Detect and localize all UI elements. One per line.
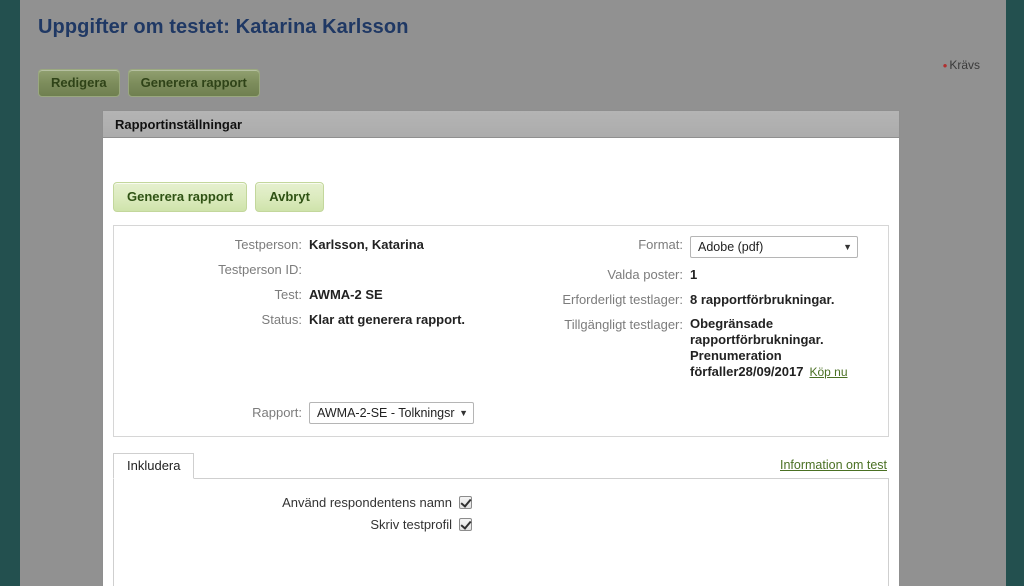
chevron-down-icon: ▼	[843, 242, 852, 252]
form-action-bar: Generera rapport Avbryt	[113, 138, 889, 212]
field-value-required-stock: 8 rapportförbrukningar.	[690, 292, 835, 307]
report-select-value: AWMA-2-SE - Tolkningsr	[317, 406, 455, 420]
buy-now-link[interactable]: Köp nu	[809, 365, 847, 379]
required-field-note: • Krävs	[943, 58, 980, 72]
checkbox-respondent-name[interactable]	[459, 496, 472, 509]
field-format: Format: Adobe (pdf) ▼	[518, 236, 880, 258]
generate-report-button[interactable]: Generera rapport	[113, 182, 248, 212]
edit-button[interactable]: Redigera	[38, 69, 120, 97]
required-marker-icon: •	[942, 58, 948, 74]
format-select-value: Adobe (pdf)	[698, 240, 764, 254]
field-label-selected-records: Valda poster:	[607, 267, 683, 282]
test-information-link[interactable]: Information om test	[780, 458, 887, 472]
details-right-column: Format: Adobe (pdf) ▼ Valda poster: 1 Er…	[518, 236, 880, 388]
field-label-testperson-id: Testperson ID:	[218, 262, 302, 277]
details-left-column: Testperson: Karlsson, Katarina Testperso…	[122, 236, 518, 336]
option-row-respondent-name: Använd respondentens namn	[122, 495, 880, 510]
field-value-selected-records: 1	[690, 267, 698, 282]
field-available-stock: Tillgängligt testlager: Obegränsade rapp…	[518, 316, 880, 380]
field-label-testperson: Testperson:	[234, 237, 302, 252]
field-label-test: Test:	[274, 287, 302, 302]
field-status: Status: Klar att generera rapport.	[122, 311, 518, 328]
format-select[interactable]: Adobe (pdf) ▼	[690, 236, 858, 258]
top-action-bar: Redigera Generera rapport	[38, 69, 260, 97]
required-label: Krävs	[949, 58, 980, 72]
field-testperson-id: Testperson ID:	[122, 261, 518, 278]
report-select-row: Rapport: AWMA-2-SE - Tolkningsr ▼	[122, 402, 880, 424]
chevron-down-icon: ▼	[459, 408, 468, 418]
panel-body: Generera rapport Avbryt Testperson: Karl…	[103, 138, 899, 586]
field-value-test: AWMA-2 SE	[309, 287, 383, 302]
panel-header: Rapportinställningar	[103, 111, 899, 138]
field-label-status: Status:	[261, 312, 302, 327]
report-settings-panel: Rapportinställningar Generera rapport Av…	[102, 110, 900, 586]
checkbox-test-profile[interactable]	[459, 518, 472, 531]
tabs-section: Inkludera Information om test Använd res…	[113, 453, 889, 586]
field-label-required-stock: Erforderligt testlager:	[562, 292, 683, 307]
field-label-format: Format:	[638, 237, 683, 252]
field-label-report: Rapport:	[252, 405, 302, 420]
page-title: Uppgifter om testet: Katarina Karlsson	[38, 16, 409, 38]
tab-inkludera[interactable]: Inkludera	[113, 453, 195, 479]
tab-strip: Inkludera Information om test	[113, 453, 889, 479]
tab-panel-inkludera: Använd respondentens namn Skriv testprof…	[113, 479, 889, 586]
field-test: Test: AWMA-2 SE	[122, 286, 518, 303]
option-row-test-profile: Skriv testprofil	[122, 517, 880, 532]
field-label-available-stock: Tillgängligt testlager:	[564, 317, 683, 332]
option-label-respondent-name: Använd respondentens namn	[282, 495, 452, 510]
panel-header-title: Rapportinställningar	[115, 116, 243, 132]
generate-report-button-top[interactable]: Generera rapport	[127, 69, 260, 97]
field-value-testperson: Karlsson, Katarina	[309, 237, 424, 252]
details-grid: Testperson: Karlsson, Katarina Testperso…	[122, 236, 880, 388]
field-value-available-stock: Obegränsade rapportförbrukningar. Prenum…	[690, 316, 824, 379]
page-content: Uppgifter om testet: Katarina Karlsson •…	[20, 0, 1006, 586]
option-label-test-profile: Skriv testprofil	[370, 517, 452, 532]
report-select[interactable]: AWMA-2-SE - Tolkningsr ▼	[309, 402, 474, 424]
field-testperson: Testperson: Karlsson, Katarina	[122, 236, 518, 253]
field-required-stock: Erforderligt testlager: 8 rapportförbruk…	[518, 291, 880, 308]
field-value-available-stock-wrap: Obegränsade rapportförbrukningar. Prenum…	[690, 316, 865, 380]
cancel-button[interactable]: Avbryt	[255, 182, 324, 212]
browser-viewport: Uppgifter om testet: Katarina Karlsson •…	[0, 0, 1024, 586]
details-box: Testperson: Karlsson, Katarina Testperso…	[113, 225, 889, 437]
field-selected-records: Valda poster: 1	[518, 266, 880, 283]
field-value-status: Klar att generera rapport.	[309, 312, 466, 327]
